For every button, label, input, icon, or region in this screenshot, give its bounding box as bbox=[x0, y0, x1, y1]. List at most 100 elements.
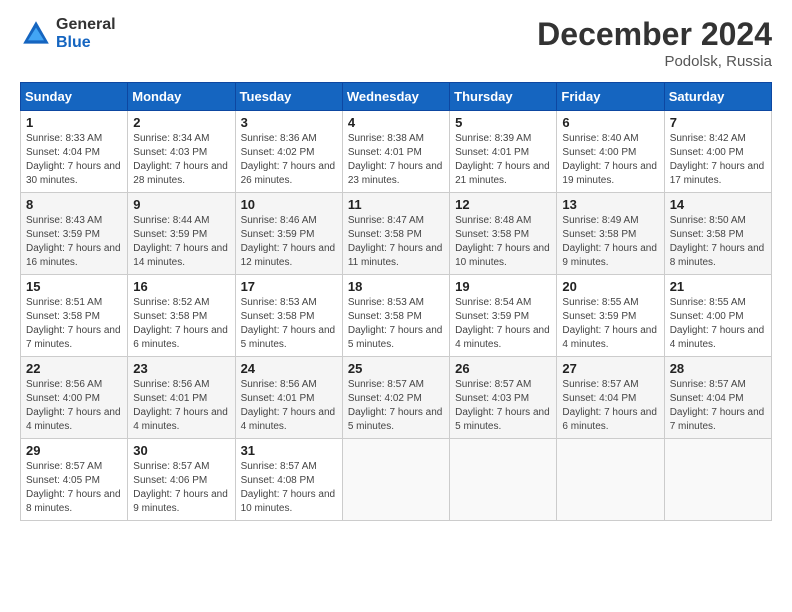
day-cell: 22 Sunrise: 8:56 AMSunset: 4:00 PMDayligh… bbox=[21, 357, 128, 439]
col-wednesday: Wednesday bbox=[342, 83, 449, 111]
day-cell: 18 Sunrise: 8:53 AMSunset: 3:58 PMDayligh… bbox=[342, 275, 449, 357]
day-info: Sunrise: 8:56 AMSunset: 4:01 PMDaylight:… bbox=[133, 379, 228, 432]
day-number: 8 bbox=[26, 197, 122, 212]
day-info: Sunrise: 8:38 AMSunset: 4:01 PMDaylight:… bbox=[348, 133, 443, 186]
day-info: Sunrise: 8:33 AMSunset: 4:04 PMDaylight:… bbox=[26, 133, 121, 186]
logo: General Blue bbox=[20, 16, 116, 51]
day-info: Sunrise: 8:47 AMSunset: 3:58 PMDaylight:… bbox=[348, 215, 443, 268]
day-info: Sunrise: 8:56 AMSunset: 4:01 PMDaylight:… bbox=[241, 379, 336, 432]
col-sunday: Sunday bbox=[21, 83, 128, 111]
day-number: 20 bbox=[562, 279, 658, 294]
day-info: Sunrise: 8:43 AMSunset: 3:59 PMDaylight:… bbox=[26, 215, 121, 268]
day-cell: 17 Sunrise: 8:53 AMSunset: 3:58 PMDayligh… bbox=[235, 275, 342, 357]
logo-blue-text: Blue bbox=[56, 34, 116, 52]
day-info: Sunrise: 8:54 AMSunset: 3:59 PMDaylight:… bbox=[455, 297, 550, 350]
calendar-title: December 2024 bbox=[537, 16, 772, 53]
day-cell: 28Sunrise: 8:57 AMSunset: 4:04 PMDayligh… bbox=[664, 357, 771, 439]
day-cell: 2Sunrise: 8:34 AMSunset: 4:03 PMDaylight… bbox=[128, 111, 235, 193]
day-cell: 19 Sunrise: 8:54 AMSunset: 3:59 PMDayligh… bbox=[450, 275, 557, 357]
day-info: Sunrise: 8:57 AMSunset: 4:04 PMDaylight:… bbox=[562, 379, 657, 432]
day-number: 31 bbox=[241, 443, 337, 458]
col-friday: Friday bbox=[557, 83, 664, 111]
day-cell bbox=[664, 439, 771, 521]
day-info: Sunrise: 8:40 AMSunset: 4:00 PMDaylight:… bbox=[562, 133, 657, 186]
day-number: 26 bbox=[455, 361, 551, 376]
day-info: Sunrise: 8:51 AMSunset: 3:58 PMDaylight:… bbox=[26, 297, 121, 350]
day-cell bbox=[342, 439, 449, 521]
day-number: 17 bbox=[241, 279, 337, 294]
col-thursday: Thursday bbox=[450, 83, 557, 111]
day-info: Sunrise: 8:42 AMSunset: 4:00 PMDaylight:… bbox=[670, 133, 765, 186]
day-number: 12 bbox=[455, 197, 551, 212]
calendar-table: Sunday Monday Tuesday Wednesday Thursday… bbox=[20, 82, 772, 521]
day-cell: 12Sunrise: 8:48 AMSunset: 3:58 PMDayligh… bbox=[450, 193, 557, 275]
day-number: 16 bbox=[133, 279, 229, 294]
day-cell: 24 Sunrise: 8:56 AMSunset: 4:01 PMDayligh… bbox=[235, 357, 342, 439]
day-number: 30 bbox=[133, 443, 229, 458]
day-info: Sunrise: 8:57 AMSunset: 4:05 PMDaylight:… bbox=[26, 461, 121, 514]
title-block: December 2024 Podolsk, Russia bbox=[537, 16, 772, 70]
day-info: Sunrise: 8:55 AMSunset: 4:00 PMDaylight:… bbox=[670, 297, 765, 350]
day-cell: 30 Sunrise: 8:57 AMSunset: 4:06 PMDayligh… bbox=[128, 439, 235, 521]
day-number: 29 bbox=[26, 443, 122, 458]
day-number: 4 bbox=[348, 115, 444, 130]
day-cell bbox=[450, 439, 557, 521]
day-cell: 6 Sunrise: 8:40 AMSunset: 4:00 PMDaylight… bbox=[557, 111, 664, 193]
week-row-3: 15Sunrise: 8:51 AMSunset: 3:58 PMDayligh… bbox=[21, 275, 772, 357]
day-cell: 27 Sunrise: 8:57 AMSunset: 4:04 PMDayligh… bbox=[557, 357, 664, 439]
day-cell: 29 Sunrise: 8:57 AMSunset: 4:05 PMDayligh… bbox=[21, 439, 128, 521]
logo-icon bbox=[20, 18, 52, 50]
day-number: 23 bbox=[133, 361, 229, 376]
week-row-5: 29 Sunrise: 8:57 AMSunset: 4:05 PMDayligh… bbox=[21, 439, 772, 521]
day-number: 6 bbox=[562, 115, 658, 130]
day-number: 28 bbox=[670, 361, 766, 376]
week-row-2: 8 Sunrise: 8:43 AMSunset: 3:59 PMDaylight… bbox=[21, 193, 772, 275]
day-cell: 25 Sunrise: 8:57 AMSunset: 4:02 PMDayligh… bbox=[342, 357, 449, 439]
logo-general-text: General bbox=[56, 16, 116, 34]
day-number: 18 bbox=[348, 279, 444, 294]
day-cell: 4 Sunrise: 8:38 AMSunset: 4:01 PMDaylight… bbox=[342, 111, 449, 193]
day-number: 7 bbox=[670, 115, 766, 130]
day-info: Sunrise: 8:53 AMSunset: 3:58 PMDaylight:… bbox=[241, 297, 336, 350]
header: General Blue December 2024 Podolsk, Russ… bbox=[20, 16, 772, 70]
day-info: Sunrise: 8:55 AMSunset: 3:59 PMDaylight:… bbox=[562, 297, 657, 350]
day-number: 21 bbox=[670, 279, 766, 294]
day-number: 22 bbox=[26, 361, 122, 376]
day-info: Sunrise: 8:39 AMSunset: 4:01 PMDaylight:… bbox=[455, 133, 550, 186]
day-number: 14 bbox=[670, 197, 766, 212]
day-info: Sunrise: 8:52 AMSunset: 3:58 PMDaylight:… bbox=[133, 297, 228, 350]
day-info: Sunrise: 8:49 AMSunset: 3:58 PMDaylight:… bbox=[562, 215, 657, 268]
day-cell: 16 Sunrise: 8:52 AMSunset: 3:58 PMDayligh… bbox=[128, 275, 235, 357]
day-number: 3 bbox=[241, 115, 337, 130]
day-number: 1 bbox=[26, 115, 122, 130]
page: General Blue December 2024 Podolsk, Russ… bbox=[0, 0, 792, 612]
day-cell: 7 Sunrise: 8:42 AMSunset: 4:00 PMDaylight… bbox=[664, 111, 771, 193]
day-cell bbox=[557, 439, 664, 521]
day-info: Sunrise: 8:56 AMSunset: 4:00 PMDaylight:… bbox=[26, 379, 121, 432]
day-info: Sunrise: 8:57 AMSunset: 4:03 PMDaylight:… bbox=[455, 379, 550, 432]
day-number: 27 bbox=[562, 361, 658, 376]
day-info: Sunrise: 8:46 AMSunset: 3:59 PMDaylight:… bbox=[241, 215, 336, 268]
day-cell: 23 Sunrise: 8:56 AMSunset: 4:01 PMDayligh… bbox=[128, 357, 235, 439]
day-number: 25 bbox=[348, 361, 444, 376]
day-info: Sunrise: 8:57 AMSunset: 4:06 PMDaylight:… bbox=[133, 461, 228, 514]
day-number: 9 bbox=[133, 197, 229, 212]
col-saturday: Saturday bbox=[664, 83, 771, 111]
day-number: 11 bbox=[348, 197, 444, 212]
day-cell: 13Sunrise: 8:49 AMSunset: 3:58 PMDayligh… bbox=[557, 193, 664, 275]
day-info: Sunrise: 8:57 AMSunset: 4:02 PMDaylight:… bbox=[348, 379, 443, 432]
day-cell: 14Sunrise: 8:50 AMSunset: 3:58 PMDayligh… bbox=[664, 193, 771, 275]
calendar-subtitle: Podolsk, Russia bbox=[537, 53, 772, 70]
day-number: 24 bbox=[241, 361, 337, 376]
week-row-4: 22 Sunrise: 8:56 AMSunset: 4:00 PMDayligh… bbox=[21, 357, 772, 439]
day-info: Sunrise: 8:36 AMSunset: 4:02 PMDaylight:… bbox=[241, 133, 336, 186]
day-cell: 26 Sunrise: 8:57 AMSunset: 4:03 PMDayligh… bbox=[450, 357, 557, 439]
col-monday: Monday bbox=[128, 83, 235, 111]
col-tuesday: Tuesday bbox=[235, 83, 342, 111]
day-info: Sunrise: 8:34 AMSunset: 4:03 PMDaylight:… bbox=[133, 133, 228, 186]
day-cell: 11 Sunrise: 8:47 AMSunset: 3:58 PMDayligh… bbox=[342, 193, 449, 275]
day-cell: 8 Sunrise: 8:43 AMSunset: 3:59 PMDaylight… bbox=[21, 193, 128, 275]
day-cell: 1 Sunrise: 8:33 AMSunset: 4:04 PMDaylight… bbox=[21, 111, 128, 193]
day-info: Sunrise: 8:53 AMSunset: 3:58 PMDaylight:… bbox=[348, 297, 443, 350]
day-number: 19 bbox=[455, 279, 551, 294]
